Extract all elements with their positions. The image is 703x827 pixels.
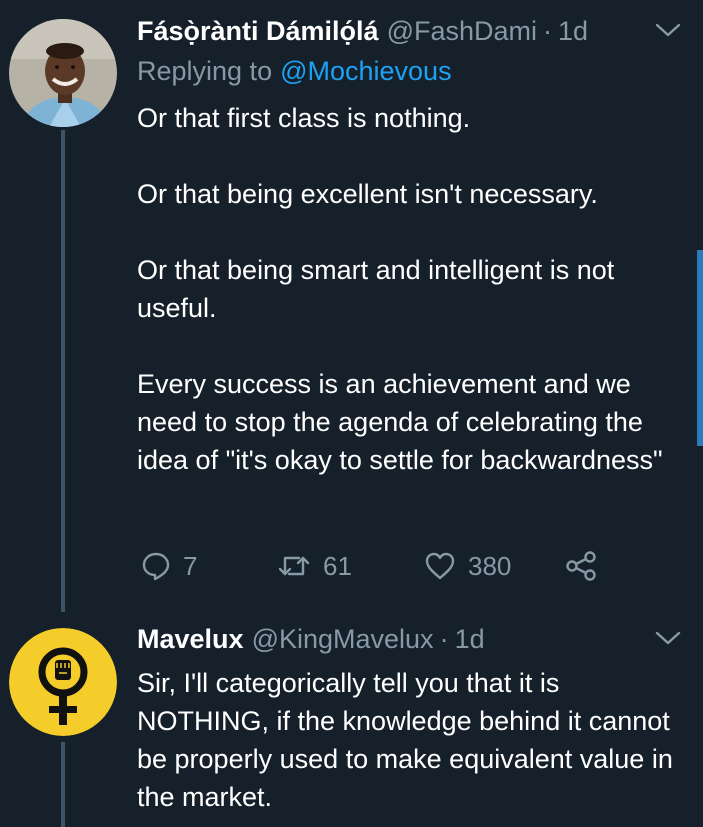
tweet-paragraph: Or that first class is nothing.: [137, 103, 471, 133]
tweet-actions: 7 61 380: [137, 548, 607, 584]
username[interactable]: @FashDami: [387, 16, 537, 47]
display-name[interactable]: Mavelux: [137, 624, 244, 655]
avatar[interactable]: [9, 19, 117, 127]
share-icon: [566, 551, 596, 581]
retweet-button[interactable]: 61: [277, 548, 352, 584]
tweet[interactable]: Mavelux @KingMavelux · 1d Sir, I'll cate…: [0, 612, 703, 827]
reply-icon: [142, 552, 170, 581]
tweet-text: Sir, I'll categorically tell you that it…: [137, 664, 687, 816]
tweet-thread: Fásọ̀rànti Dámilọ́lá @FashDami · 1d Repl…: [0, 0, 703, 827]
share-button[interactable]: [565, 548, 597, 584]
tweet-text: Or that first class is nothing. Or that …: [137, 99, 687, 479]
female-symbol-fist-avatar-icon: [9, 628, 117, 736]
chevron-down-icon[interactable]: [655, 630, 681, 646]
replying-to-label: Replying to: [137, 56, 273, 86]
replying-to: Replying to @Mochievous: [137, 56, 452, 87]
tweet-header: Fásọ̀rànti Dámilọ́lá @FashDami · 1d: [137, 16, 683, 52]
reply-count: 7: [183, 550, 198, 581]
thread-line: [61, 130, 65, 612]
display-name[interactable]: Fásọ̀rànti Dámilọ́lá: [137, 16, 379, 47]
like-count: 380: [468, 550, 512, 581]
heart-icon: [425, 552, 455, 580]
user-photo-avatar-icon: [9, 19, 117, 127]
tweet-header: Mavelux @KingMavelux · 1d: [137, 624, 683, 660]
reply-button[interactable]: 7: [141, 548, 197, 584]
separator: ·: [439, 624, 449, 654]
timestamp[interactable]: 1d: [455, 624, 485, 655]
tweet-paragraph: Or that being smart and intelligent is n…: [137, 255, 615, 323]
avatar[interactable]: [9, 628, 117, 736]
retweet-icon: [278, 556, 310, 576]
tweet-paragraph: Or that being excellent isn't necessary.: [137, 179, 598, 209]
tweet-paragraph: Every success is an achievement and we n…: [137, 369, 663, 475]
mention-link[interactable]: @Mochievous: [280, 56, 451, 86]
chevron-down-icon[interactable]: [655, 22, 681, 38]
thread-line: [61, 742, 65, 827]
like-button[interactable]: 380: [424, 548, 511, 584]
separator: ·: [543, 16, 553, 46]
tweet-paragraph: Sir, I'll categorically tell you that it…: [137, 668, 673, 812]
retweet-count: 61: [323, 550, 352, 581]
timestamp[interactable]: 1d: [558, 16, 588, 47]
scrollbar[interactable]: [697, 250, 703, 446]
username[interactable]: @KingMavelux: [252, 624, 434, 655]
tweet[interactable]: Fásọ̀rànti Dámilọ́lá @FashDami · 1d Repl…: [0, 0, 703, 612]
